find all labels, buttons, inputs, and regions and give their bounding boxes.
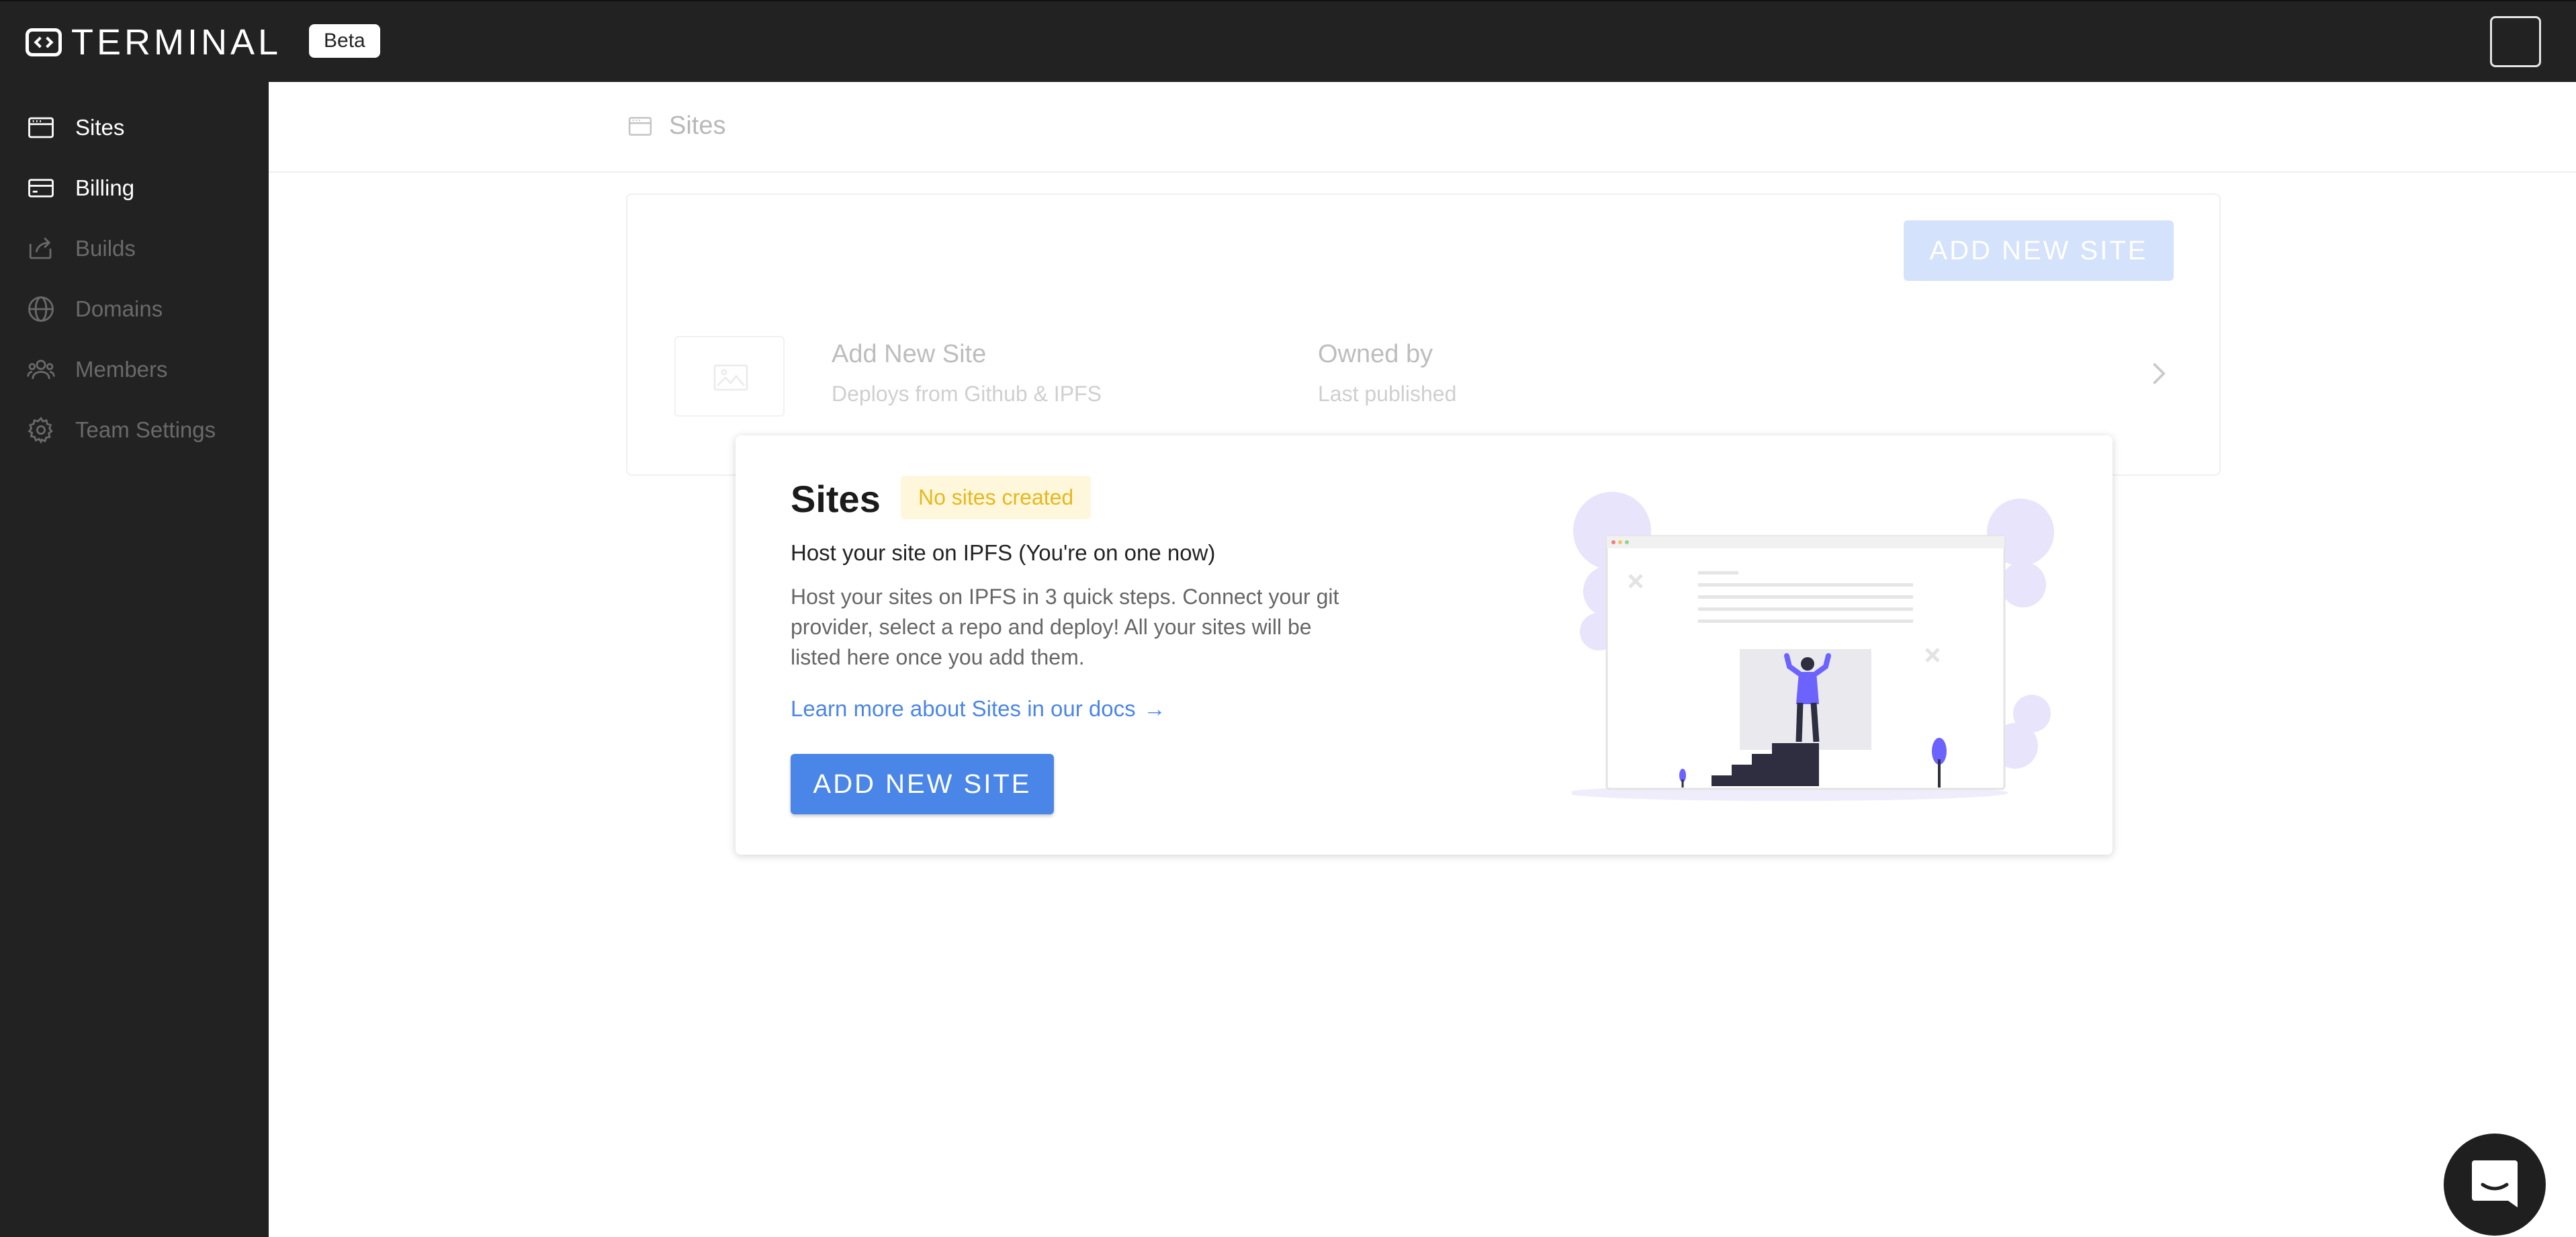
arrow-right-icon: → <box>1143 696 1166 721</box>
terminal-logo[interactable]: TERMINAL <box>26 22 281 62</box>
chevron-right-icon[interactable] <box>2143 359 2172 388</box>
sidebar-item-label: Domains <box>75 296 163 321</box>
sidebar: Sites Billing Builds Domains Members Tea… <box>0 82 269 1237</box>
breadcrumb-label: Sites <box>669 112 726 140</box>
last-published-label: Last published <box>1318 382 1457 406</box>
sidebar-item-sites[interactable]: Sites <box>27 108 124 148</box>
site-illustration <box>1572 492 2054 801</box>
breadcrumb: Sites <box>626 112 725 140</box>
logo-text: TERMINAL <box>71 22 282 62</box>
popup-title: Sites <box>791 478 881 520</box>
credit-card-icon <box>28 179 54 198</box>
main-header: Sites <box>269 82 2576 173</box>
account-menu-button[interactable] <box>2490 16 2541 67</box>
share-icon <box>29 237 52 259</box>
sites-list-card: ADD NEW SITE Add New Site Deploys from G… <box>626 194 2221 476</box>
owner-label: Owned by <box>1318 340 1433 368</box>
sidebar-item-label: Sites <box>75 115 125 140</box>
status-badge: No sites created <box>901 476 1092 519</box>
site-thumbnail <box>674 336 785 417</box>
site-name: Add New Site <box>832 340 987 368</box>
docs-link-text[interactable]: Learn more about Sites in our docs <box>791 696 1136 721</box>
globe-icon <box>28 296 54 322</box>
site-subtitle: Deploys from Github & IPFS <box>832 382 1102 406</box>
add-new-site-button-header[interactable]: ADD NEW SITE <box>1904 220 2174 281</box>
sidebar-item-label: Billing <box>75 175 135 200</box>
site-list-item[interactable]: Add New Site Deploys from Github & IPFS … <box>674 336 2172 417</box>
sidebar-item-billing[interactable]: Billing <box>27 168 134 208</box>
gear-icon <box>28 417 53 444</box>
top-bar: TERMINAL Beta <box>0 0 2576 82</box>
add-new-site-button[interactable]: ADD NEW SITE <box>791 754 1054 814</box>
chat-icon <box>2472 1160 2518 1207</box>
sidebar-item-label: Builds <box>75 236 136 261</box>
sidebar-item-label: Team Settings <box>75 417 216 442</box>
sidebar-item-builds[interactable]: Builds <box>27 228 136 269</box>
browser-icon <box>28 117 54 138</box>
terminal-logo-icon <box>26 28 62 56</box>
docs-link[interactable]: Learn more about Sites in our docs → <box>791 696 1166 722</box>
popup-heading: Host your site on IPFS (You're on one no… <box>791 540 1216 565</box>
sites-onboarding-popup: Sites No sites created Host your site on… <box>736 435 2113 855</box>
sidebar-item-members[interactable]: Members <box>27 349 168 390</box>
image-placeholder-icon <box>713 364 748 391</box>
sidebar-item-domains[interactable]: Domains <box>27 289 163 329</box>
popup-description: Host your sites on IPFS in 3 quick steps… <box>791 585 1339 669</box>
browser-icon <box>628 116 652 136</box>
chat-launcher-button[interactable] <box>2444 1134 2546 1236</box>
sidebar-item-team-settings[interactable]: Team Settings <box>27 410 216 450</box>
users-icon <box>27 359 55 380</box>
sidebar-item-label: Members <box>75 357 168 382</box>
beta-badge: Beta <box>309 24 380 58</box>
